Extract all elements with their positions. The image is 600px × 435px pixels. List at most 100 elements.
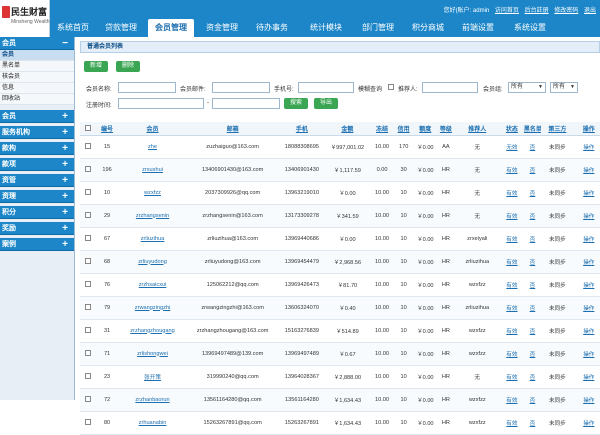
table-cell[interactable]: zrxushui [118,158,187,182]
expand-icon[interactable]: + [62,142,68,155]
col-header[interactable]: 第三方 [541,122,574,136]
col-header[interactable]: 操作 [573,122,600,136]
sidebar-group[interactable]: 服务机构 + [0,126,74,139]
nav-item-todo[interactable]: 待办事务 [250,19,294,37]
row-checkbox[interactable] [80,342,96,366]
sidebar-group-header[interactable]: 会员 − [0,37,74,50]
nav-item-stats[interactable]: 统计模块 [302,19,350,37]
row-checkbox[interactable] [80,250,96,274]
nav-item-home[interactable]: 系统首页 [52,19,94,37]
col-header[interactable]: 推荐人 [454,122,500,136]
expand-icon[interactable]: + [62,110,68,123]
member-name-input[interactable] [118,82,176,93]
sidebar-group[interactable]: 案例 + [0,238,74,251]
table-cell[interactable]: 有效 [500,181,524,205]
table-cell[interactable]: 有效 [500,342,524,366]
row-checkbox[interactable] [80,135,96,159]
sidebar-item-blacklist[interactable]: 黑名单 [0,61,74,72]
expand-icon[interactable]: + [62,206,68,219]
row-checkbox[interactable] [80,181,96,205]
link-register[interactable]: 后台註册 [525,8,549,14]
table-cell[interactable]: 有效 [500,319,524,343]
expand-icon[interactable]: + [62,190,68,203]
table-cell[interactable]: zrliuzihua [118,227,187,251]
member-email-input[interactable] [212,82,270,93]
table-cell[interactable]: 否 [523,227,542,251]
col-header[interactable]: 金额 [324,122,371,136]
type-select[interactable]: 所有 ▼ [550,82,578,93]
nav-item-mall[interactable]: 积分商城 [406,19,450,37]
sidebar-group[interactable]: 奖励 + [0,222,74,235]
table-cell[interactable]: 否 [523,273,542,297]
table-cell[interactable]: 有效 [500,365,524,389]
table-cell[interactable]: 有效 [500,250,524,274]
referrer-input[interactable] [422,82,478,93]
table-cell[interactable]: zrzhangsenin [118,204,187,228]
row-checkbox[interactable] [80,227,96,251]
col-header[interactable]: 黑名单 [523,122,542,136]
table-cell[interactable]: 操作 [573,250,600,274]
sidebar-item-members[interactable]: 会员 [0,50,74,61]
table-cell[interactable]: 操作 [573,273,600,297]
expand-icon[interactable]: + [62,238,68,251]
expand-icon[interactable]: + [62,174,68,187]
member-group-select[interactable]: 所有 ▼ [508,82,546,93]
nav-item-members[interactable]: 会员管理 [148,19,194,37]
table-cell[interactable]: 否 [523,181,542,205]
col-header[interactable]: 编号 [95,122,119,136]
table-cell[interactable]: zrzhangzhougang [118,319,187,343]
table-cell[interactable]: 有效 [500,158,524,182]
nav-item-departments[interactable]: 部门管理 [356,19,400,37]
table-cell[interactable]: 操作 [573,365,600,389]
table-cell[interactable]: 操作 [573,158,600,182]
col-header[interactable]: 手机 [279,122,325,136]
table-cell[interactable]: zrlishongwei [118,342,187,366]
nav-item-frontend[interactable]: 前端设置 [456,19,500,37]
table-cell[interactable]: 否 [523,204,542,228]
col-header[interactable]: 会员 [118,122,187,136]
table-cell[interactable]: 有效 [500,204,524,228]
sidebar-group[interactable]: 会员 + [0,110,74,123]
table-cell[interactable]: 操作 [573,181,600,205]
table-cell[interactable]: zrwangzingzhi [118,296,187,320]
table-cell[interactable]: zhe [118,135,187,159]
sidebar-group[interactable]: 款项 + [0,158,74,171]
table-cell[interactable]: 有效 [500,273,524,297]
delete-button[interactable]: 删除 [116,61,141,72]
collapse-icon[interactable]: − [62,37,68,50]
table-cell[interactable]: 操作 [573,204,600,228]
col-header[interactable]: 邮箱 [186,122,280,136]
table-cell[interactable]: 张开策 [118,365,187,389]
sidebar-group[interactable]: 积分 + [0,206,74,219]
col-header[interactable]: 冻结 [370,122,394,136]
row-checkbox[interactable] [80,365,96,389]
table-cell[interactable]: 否 [523,411,542,435]
table-cell[interactable]: 否 [523,135,542,159]
sidebar-item-recycle[interactable]: 回收站 [0,94,74,105]
link-change-password[interactable]: 修改密码 [554,8,578,14]
table-cell[interactable]: 操作 [573,135,600,159]
table-cell[interactable]: 否 [523,296,542,320]
export-button[interactable]: 导出 [314,98,339,109]
register-start-input[interactable] [118,98,204,109]
nav-item-system[interactable]: 系统设置 [508,19,552,37]
row-checkbox[interactable] [80,204,96,228]
table-cell[interactable]: 否 [523,319,542,343]
nav-item-loans[interactable]: 贷款管理 [100,19,142,37]
register-end-input[interactable] [212,98,280,109]
table-cell[interactable]: zrliuyudong [118,250,187,274]
sidebar-item-info[interactable]: 信息 [0,83,74,94]
table-cell[interactable]: 否 [523,250,542,274]
expand-icon[interactable]: + [62,158,68,171]
table-cell[interactable]: 无效 [500,135,524,159]
table-cell[interactable]: 有效 [500,227,524,251]
table-cell[interactable]: wzxfzz [118,181,187,205]
row-checkbox[interactable] [80,319,96,343]
table-cell[interactable]: zrhuanabin [118,411,187,435]
table-cell[interactable]: 否 [523,365,542,389]
table-cell[interactable]: 操作 [573,411,600,435]
link-visit-home[interactable]: 访问首页 [495,8,519,14]
expand-icon[interactable]: + [62,126,68,139]
row-checkbox[interactable] [80,158,96,182]
table-cell[interactable]: 否 [523,158,542,182]
